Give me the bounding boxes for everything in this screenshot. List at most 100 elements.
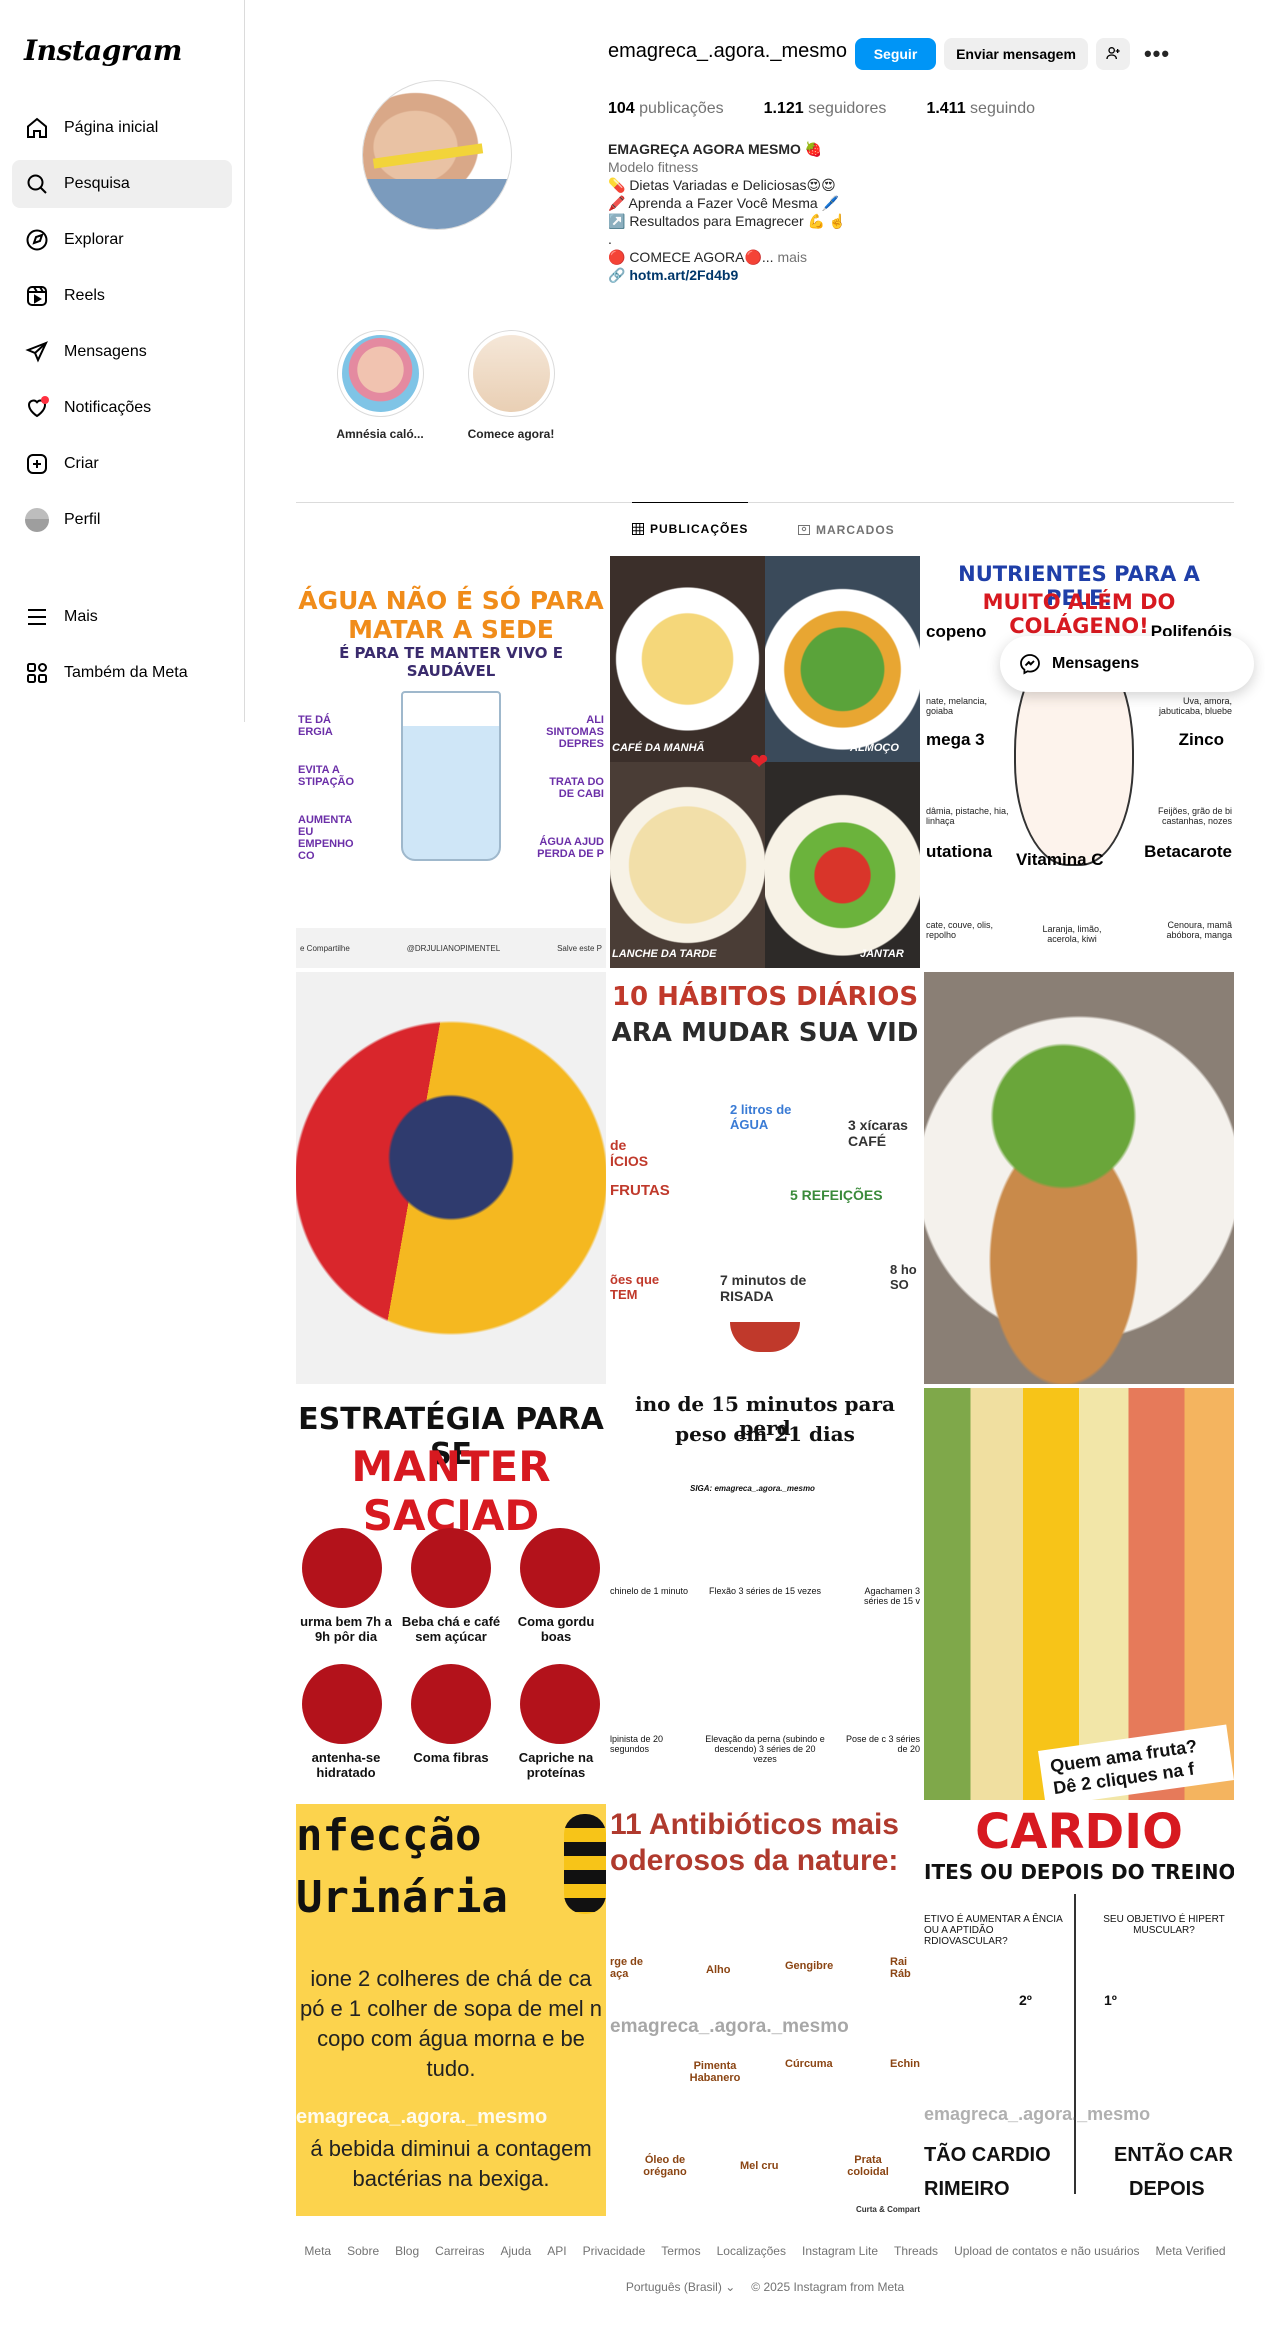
- bio-more-link[interactable]: mais: [777, 249, 807, 265]
- footer-link[interactable]: API: [547, 2244, 566, 2258]
- post-title: ÁGUA NÃO É SÓ PARA MATAR A SEDE: [298, 586, 604, 644]
- herb-label: Gengibre: [785, 1960, 834, 1972]
- profile-picture[interactable]: [362, 80, 512, 230]
- sidebar-item-meta[interactable]: Também da Meta: [12, 649, 232, 697]
- bio-link[interactable]: 🔗 hotm.art/2Fd4b9: [608, 266, 1028, 284]
- footer-link[interactable]: Sobre: [347, 2244, 379, 2258]
- footer-link[interactable]: Meta: [304, 2244, 331, 2258]
- footer-link[interactable]: Threads: [894, 2244, 938, 2258]
- tab-posts[interactable]: PUBLICAÇÕES: [632, 502, 749, 554]
- sidebar-item-reels[interactable]: Reels: [12, 272, 232, 320]
- meal-label: JANTAR: [860, 948, 904, 960]
- post-tile[interactable]: NUTRIENTES PARA A PELE: MUITO ALÉM DO CO…: [924, 556, 1234, 968]
- sidebar-item-label: Página inicial: [64, 119, 159, 136]
- sleep-icon: [302, 1528, 382, 1608]
- profile-stats: 104 publicações 1.121 seguidores 1.411 s…: [608, 100, 1035, 118]
- sidebar-item-explore[interactable]: Explorar: [12, 216, 232, 264]
- sidebar-item-home[interactable]: Página inicial: [12, 104, 232, 152]
- highlight-label: Comece agora!: [467, 427, 555, 441]
- instagram-logo[interactable]: Instagram: [24, 34, 182, 67]
- bio-line: .: [608, 231, 612, 247]
- post-tile[interactable]: ino de 15 minutos para perd peso em 21 d…: [610, 1388, 920, 1800]
- footer-link[interactable]: Upload de contatos e não usuários: [954, 2244, 1139, 2258]
- footer-link[interactable]: Ajuda: [501, 2244, 532, 2258]
- tab-tagged[interactable]: MARCADOS: [798, 504, 895, 556]
- story-highlight[interactable]: Comece agora!: [456, 330, 566, 441]
- plus-icon: [24, 451, 50, 477]
- footer-link[interactable]: Meta Verified: [1156, 2244, 1226, 2258]
- footer-link[interactable]: Privacidade: [583, 2244, 646, 2258]
- followers-stat[interactable]: 1.121 seguidores: [764, 100, 887, 118]
- habit-label: 7 minutos de RISADA: [720, 1272, 807, 1304]
- footer-link[interactable]: Blog: [395, 2244, 419, 2258]
- profile-bio: EMAGREÇA AGORA MESMO 🍓 Modelo fitness 💊 …: [608, 140, 1028, 284]
- herb-label: Mel cru: [740, 2160, 779, 2172]
- footer-links: Meta Sobre Blog Carreiras Ajuda API Priv…: [296, 2244, 1234, 2258]
- habit-label: 8 ho SO: [890, 1262, 917, 1292]
- suggest-user-button[interactable]: [1096, 38, 1130, 70]
- language-select[interactable]: Português (Brasil) ⌄: [626, 2280, 735, 2294]
- sidebar: Instagram Página inicial Pesquisa Explor…: [0, 0, 245, 722]
- meal-label: ALMOÇO: [850, 742, 899, 754]
- smile-icon: [730, 1322, 800, 1352]
- sidebar-item-label: Notificações: [64, 399, 152, 416]
- search-icon: [24, 171, 50, 197]
- footer-link[interactable]: Instagram Lite: [802, 2244, 878, 2258]
- order-label: 2º: [1019, 1992, 1032, 2008]
- send-message-button[interactable]: Enviar mensagem: [944, 38, 1088, 70]
- nutrient-name: mega 3: [926, 730, 985, 749]
- herb-label: Echin: [890, 2058, 920, 2070]
- salad-icon: [411, 1664, 491, 1744]
- add-user-icon: [1105, 45, 1121, 64]
- post-label: RIMEIRO: [924, 2178, 1010, 2200]
- exercise-label: chinelo de 1 minuto: [610, 1586, 689, 1596]
- messages-popup-button[interactable]: Mensagens: [1000, 636, 1254, 692]
- sidebar-item-label: Explorar: [64, 231, 124, 248]
- post-tile[interactable]: 11 Antibióticos mais oderosos da nature:…: [610, 1804, 920, 2216]
- post-tile[interactable]: nfecção Urinária ione 2 colheres de chá …: [296, 1804, 606, 2216]
- follow-button[interactable]: Seguir: [855, 38, 936, 70]
- post-tile[interactable]: Quem ama fruta? Dê 2 cliques na f: [924, 1388, 1234, 1800]
- footer-link[interactable]: Localizações: [717, 2244, 786, 2258]
- post-tile[interactable]: 10 HÁBITOS DIÁRIOS ARA MUDAR SUA VID 2 l…: [610, 972, 920, 1384]
- post-label: ALI SINTOMAS DEPRES: [546, 714, 604, 750]
- habit-label: de ÍCIOS: [610, 1137, 649, 1169]
- post-tile[interactable]: ÁGUA NÃO É SÓ PARA MATAR A SEDE É PARA T…: [296, 556, 606, 968]
- bio-line: 🔴 COMECE AGORA🔴... mais: [608, 249, 808, 265]
- footer-link[interactable]: Carreiras: [435, 2244, 484, 2258]
- footer-link[interactable]: Termos: [661, 2244, 700, 2258]
- sidebar-item-messages[interactable]: Mensagens: [12, 328, 232, 376]
- following-stat[interactable]: 1.411 seguindo: [926, 100, 1035, 118]
- copyright: © 2025 Instagram from Meta: [751, 2280, 905, 2294]
- sidebar-item-more[interactable]: Mais: [12, 593, 232, 641]
- exercise-label: Agachamen 3 séries de 15 v: [863, 1586, 920, 1606]
- sidebar-item-label: Criar: [64, 455, 99, 472]
- nutrient-name: utationa: [926, 842, 993, 861]
- post-tile[interactable]: CARDIO ITES OU DEPOIS DO TREINO ETIVO É …: [924, 1804, 1234, 2216]
- post-title: 11 Antibióticos mais: [610, 1808, 899, 1841]
- sidebar-item-search[interactable]: Pesquisa: [12, 160, 232, 208]
- nutrient-desc: nate, melancia, goiaba: [926, 696, 988, 716]
- more-options-icon: •••: [1143, 41, 1171, 66]
- post-tile[interactable]: ESTRATÉGIA PARA SE MANTER SACIAD urma be…: [296, 1388, 606, 1800]
- menu-icon: [24, 604, 50, 630]
- sidebar-item-profile[interactable]: Perfil: [12, 496, 232, 544]
- post-tile[interactable]: [296, 972, 606, 1384]
- options-button[interactable]: •••: [1140, 38, 1174, 70]
- story-highlight[interactable]: Amnésia caló...: [325, 330, 435, 441]
- post-tile[interactable]: [924, 972, 1234, 1384]
- habit-label: 3 xícaras CAFÉ: [848, 1117, 908, 1149]
- post-label: DEPOIS: [1129, 2178, 1205, 2200]
- sidebar-item-label: Pesquisa: [64, 175, 130, 192]
- habit-label: FRUTAS: [610, 1182, 670, 1199]
- sidebar-item-notifications[interactable]: Notificações: [12, 384, 232, 432]
- tip-label: Beba chá e café sem açúcar: [401, 1614, 501, 1644]
- sidebar-item-label: Reels: [64, 287, 105, 304]
- sidebar-item-create[interactable]: Criar: [12, 440, 232, 488]
- post-subtitle: ITES OU DEPOIS DO TREINO: [924, 1860, 1234, 1884]
- link-icon: 🔗: [608, 267, 626, 283]
- tip-label: Coma fibras: [413, 1750, 489, 1765]
- post-tile[interactable]: CAFÉ DA MANHÃ ALMOÇO LANCHE DA TARDE JAN…: [610, 556, 920, 968]
- nutrient-desc: Uva, amora, jabuticaba, bluebe: [1158, 696, 1232, 716]
- footer-bottom: Português (Brasil) ⌄ © 2025 Instagram fr…: [296, 2280, 1234, 2294]
